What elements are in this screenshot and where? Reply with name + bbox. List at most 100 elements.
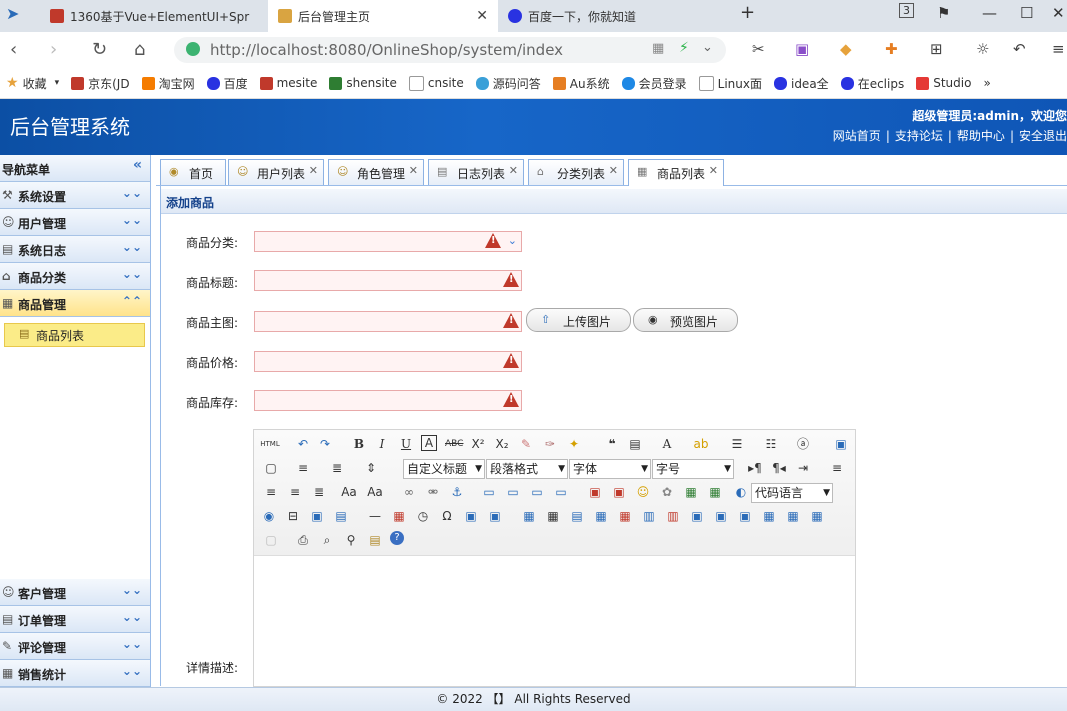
find-icon[interactable]: ⚲ bbox=[342, 531, 360, 549]
bookmark-studio[interactable]: Studio bbox=[916, 76, 971, 90]
close-tab-icon[interactable]: ✕ bbox=[309, 164, 318, 177]
date-icon[interactable]: ▦ bbox=[390, 507, 408, 525]
delete-table-icon[interactable]: ▦ bbox=[544, 507, 562, 525]
bookmarks-more[interactable]: » bbox=[983, 76, 990, 90]
sidebar-group-sales[interactable]: ▦ 销售统计 ⌄⌄ bbox=[0, 660, 150, 687]
lightning-icon[interactable]: ⚡ bbox=[679, 40, 689, 56]
shield-icon[interactable]: ◆ bbox=[840, 40, 852, 58]
sidebar-group-category[interactable]: ⌂ 商品分类 ⌄⌄ bbox=[0, 263, 150, 290]
strikethrough-icon[interactable]: ABC bbox=[445, 435, 463, 453]
home-icon[interactable]: ⌂ bbox=[134, 39, 145, 60]
apps-icon[interactable]: ⊞ bbox=[930, 40, 943, 58]
bookmark-mesite[interactable]: mesite bbox=[259, 76, 317, 90]
bookmark-qa[interactable]: 源码问答 bbox=[475, 75, 541, 92]
font-size-select[interactable]: 字号 ▼ bbox=[652, 459, 734, 479]
price-input[interactable] bbox=[254, 351, 522, 372]
rtl-icon[interactable]: ¶◂ bbox=[770, 459, 788, 477]
link-help[interactable]: 帮助中心 bbox=[957, 129, 1005, 143]
indent-icon[interactable]: ⇥ bbox=[794, 459, 812, 477]
link-logout[interactable]: 安全退出 bbox=[1019, 129, 1067, 143]
web-icon[interactable]: ◉ bbox=[260, 507, 278, 525]
url-text[interactable]: http://localhost:8080/OnlineShop/system/… bbox=[210, 41, 563, 59]
underline-icon[interactable]: U bbox=[397, 435, 415, 453]
help-icon[interactable]: ? bbox=[390, 531, 404, 545]
tab-user-list[interactable]: ☺ 用户列表 ✕ bbox=[228, 159, 324, 185]
custom-heading-select[interactable]: 自定义标题 ▼ bbox=[403, 459, 485, 479]
merge-cells-icon[interactable]: ▣ bbox=[688, 507, 706, 525]
browser-tab-1[interactable]: 1360基于Vue+ElementUI+Spr bbox=[40, 0, 268, 32]
special-char-icon[interactable]: Ω bbox=[438, 507, 456, 525]
browser-tab-3[interactable]: 百度一下，你就知道 bbox=[498, 0, 726, 32]
print-icon[interactable]: ⎙ bbox=[294, 531, 312, 549]
fullscreen-icon[interactable]: ▣ bbox=[832, 435, 850, 453]
subscript-icon[interactable]: X₂ bbox=[493, 435, 511, 453]
unlink-icon[interactable]: ⚮ bbox=[424, 483, 442, 501]
new-tab-button[interactable]: + bbox=[740, 2, 755, 23]
collapse-sidebar-icon[interactable]: « bbox=[133, 157, 142, 173]
row-spacing-bottom-icon[interactable]: ≣ bbox=[328, 459, 346, 477]
tab-category-list[interactable]: ⌂ 分类列表 ✕ bbox=[528, 159, 624, 185]
reload-icon[interactable]: ↻ bbox=[92, 39, 107, 60]
browser-tab-2[interactable]: 后台管理主页 ✕ bbox=[268, 0, 498, 32]
preview-image-button[interactable]: ◉ 预览图片 bbox=[633, 308, 738, 332]
close-window-icon[interactable]: ✕ bbox=[1052, 4, 1065, 22]
image-input[interactable] bbox=[254, 311, 522, 332]
align-justify-icon[interactable]: ≣ bbox=[310, 483, 328, 501]
bookmark-au[interactable]: Au系统 bbox=[552, 75, 610, 92]
insert-image-icon[interactable]: ▣ bbox=[610, 483, 628, 501]
stock-input[interactable] bbox=[254, 390, 522, 411]
font-border-icon[interactable]: A bbox=[421, 435, 437, 451]
delete-col-icon[interactable]: ▥ bbox=[664, 507, 682, 525]
bold-icon[interactable]: B bbox=[350, 435, 368, 453]
align-center-icon[interactable]: ≡ bbox=[262, 483, 280, 501]
search-replace-icon[interactable]: ▣ bbox=[462, 507, 480, 525]
minimize-icon[interactable]: — bbox=[982, 4, 997, 22]
lowercase-icon[interactable]: Aa bbox=[366, 483, 384, 501]
maximize-icon[interactable]: ☐ bbox=[1020, 4, 1033, 22]
split-rows-icon[interactable]: ▦ bbox=[784, 507, 802, 525]
undo-icon[interactable]: ↶ bbox=[1013, 40, 1026, 58]
redo-icon[interactable]: ↷ bbox=[316, 435, 334, 453]
sidebar-item-goods-list[interactable]: ▤ 商品列表 bbox=[4, 323, 145, 347]
simple-upload-icon[interactable]: ▣ bbox=[586, 483, 604, 501]
image-none-icon[interactable]: ▭ bbox=[480, 483, 498, 501]
qr-icon[interactable]: ▦ bbox=[652, 41, 664, 56]
format-brush-icon[interactable]: ✑ bbox=[541, 435, 559, 453]
sidebar-group-system[interactable]: ⚒ 系统设置 ⌄⌄ bbox=[0, 182, 150, 209]
tab-role-manage[interactable]: ☺ 角色管理 ✕ bbox=[328, 159, 424, 185]
merge-down-icon[interactable]: ▣ bbox=[736, 507, 754, 525]
bookmark-taobao[interactable]: 淘宝网 bbox=[141, 75, 195, 92]
line-height-icon[interactable]: ⇕ bbox=[362, 459, 380, 477]
ltr-icon[interactable]: ▸¶ bbox=[746, 459, 764, 477]
merge-right-icon[interactable]: ▣ bbox=[712, 507, 730, 525]
ordered-list-icon[interactable]: ☰ bbox=[728, 435, 746, 453]
delete-row-icon[interactable]: ▦ bbox=[616, 507, 634, 525]
split-cols-icon[interactable]: ▦ bbox=[808, 507, 826, 525]
time-icon[interactable]: ◷ bbox=[414, 507, 432, 525]
back-icon[interactable]: ‹ bbox=[10, 39, 17, 60]
page-break-icon[interactable]: ⊟ bbox=[284, 507, 302, 525]
split-cells-icon[interactable]: ▦ bbox=[760, 507, 778, 525]
image-center-icon[interactable]: ▭ bbox=[552, 483, 570, 501]
anchor-icon[interactable]: ⚓ bbox=[448, 483, 466, 501]
editor-content-area[interactable] bbox=[254, 556, 855, 686]
map-icon[interactable]: ◐ bbox=[732, 483, 750, 501]
close-tab-icon[interactable]: ✕ bbox=[609, 164, 618, 177]
highlight-icon[interactable]: ab bbox=[692, 435, 710, 453]
close-tab-icon[interactable]: ✕ bbox=[509, 164, 518, 177]
image-right-icon[interactable]: ▭ bbox=[528, 483, 546, 501]
browser-logo-icon[interactable]: ➤ bbox=[6, 4, 19, 23]
cut-icon[interactable]: ✂ bbox=[752, 40, 765, 58]
scrawl-icon[interactable]: ✿ bbox=[658, 483, 676, 501]
insert-col-icon[interactable]: ▥ bbox=[640, 507, 658, 525]
sidebar-group-users[interactable]: ☺ 用户管理 ⌄⌄ bbox=[0, 209, 150, 236]
drafts-icon[interactable]: ▤ bbox=[366, 531, 384, 549]
sidebar-group-comments[interactable]: ✎ 评论管理 ⌄⌄ bbox=[0, 633, 150, 660]
emotion-icon[interactable]: ☺ bbox=[634, 483, 652, 501]
bookmark-jd[interactable]: 京东(JD bbox=[71, 75, 130, 92]
char-map-icon[interactable]: ▢ bbox=[262, 531, 280, 549]
row-spacing-top-icon[interactable]: ≡ bbox=[294, 459, 312, 477]
unordered-list-icon[interactable]: ☷ bbox=[762, 435, 780, 453]
bookmark-idea[interactable]: idea全 bbox=[773, 75, 829, 92]
chevron-down-icon[interactable]: ⌄ bbox=[702, 40, 713, 55]
